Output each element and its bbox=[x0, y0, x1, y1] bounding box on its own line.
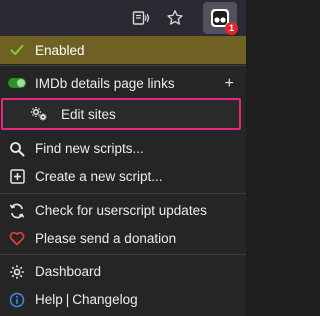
create-new-script-label: Create a new script... bbox=[35, 169, 163, 184]
info-icon bbox=[8, 291, 26, 309]
link-separator: | bbox=[65, 292, 70, 307]
plus-square-icon bbox=[8, 168, 26, 186]
heart-icon bbox=[8, 230, 26, 248]
script-item-imdb[interactable]: IMDb details page links + bbox=[0, 69, 246, 98]
gears-icon bbox=[30, 105, 48, 123]
check-updates-menu-item[interactable]: Check for userscript updates bbox=[0, 196, 246, 225]
script-name-label: IMDb details page links bbox=[35, 76, 175, 91]
browser-toolbar: 1 bbox=[0, 0, 246, 36]
reader-view-icon bbox=[132, 11, 150, 25]
tampermonkey-extension-button[interactable]: 1 bbox=[203, 2, 238, 35]
bookmark-star-icon bbox=[167, 10, 183, 25]
checkmark-icon bbox=[8, 41, 26, 59]
help-link[interactable]: Help bbox=[35, 292, 63, 307]
help-changelog-links: Help | Changelog bbox=[35, 292, 138, 307]
menu-separator bbox=[0, 65, 246, 66]
edit-sites-label: Edit sites bbox=[61, 106, 116, 122]
refresh-icon bbox=[8, 202, 26, 220]
dashboard-menu-item[interactable]: Dashboard bbox=[0, 257, 246, 286]
donate-label: Please send a donation bbox=[35, 231, 177, 246]
menu-separator bbox=[0, 254, 246, 255]
create-new-script-menu-item[interactable]: Create a new script... bbox=[0, 162, 246, 191]
enabled-label: Enabled bbox=[35, 42, 85, 58]
script-enabled-toggle[interactable] bbox=[8, 78, 26, 88]
find-new-scripts-label: Find new scripts... bbox=[35, 141, 144, 156]
bookmark-button[interactable] bbox=[161, 4, 189, 32]
enabled-toggle-row[interactable]: Enabled bbox=[0, 36, 246, 64]
notification-badge: 1 bbox=[225, 22, 238, 35]
tampermonkey-popup-menu: Enabled IMDb details page links + Edit s… bbox=[0, 36, 246, 316]
reader-view-button[interactable] bbox=[127, 4, 155, 32]
gear-icon bbox=[8, 263, 26, 281]
changelog-link[interactable]: Changelog bbox=[72, 292, 137, 307]
expand-plus-icon[interactable]: + bbox=[225, 75, 234, 92]
dashboard-label: Dashboard bbox=[35, 264, 102, 279]
search-icon bbox=[8, 140, 26, 158]
help-changelog-row: Help | Changelog bbox=[0, 285, 246, 314]
check-updates-label: Check for userscript updates bbox=[35, 203, 207, 218]
menu-separator bbox=[0, 193, 246, 194]
edit-sites-menu-item[interactable]: Edit sites bbox=[1, 98, 241, 130]
find-new-scripts-menu-item[interactable]: Find new scripts... bbox=[0, 134, 246, 163]
donate-menu-item[interactable]: Please send a donation bbox=[0, 224, 246, 253]
